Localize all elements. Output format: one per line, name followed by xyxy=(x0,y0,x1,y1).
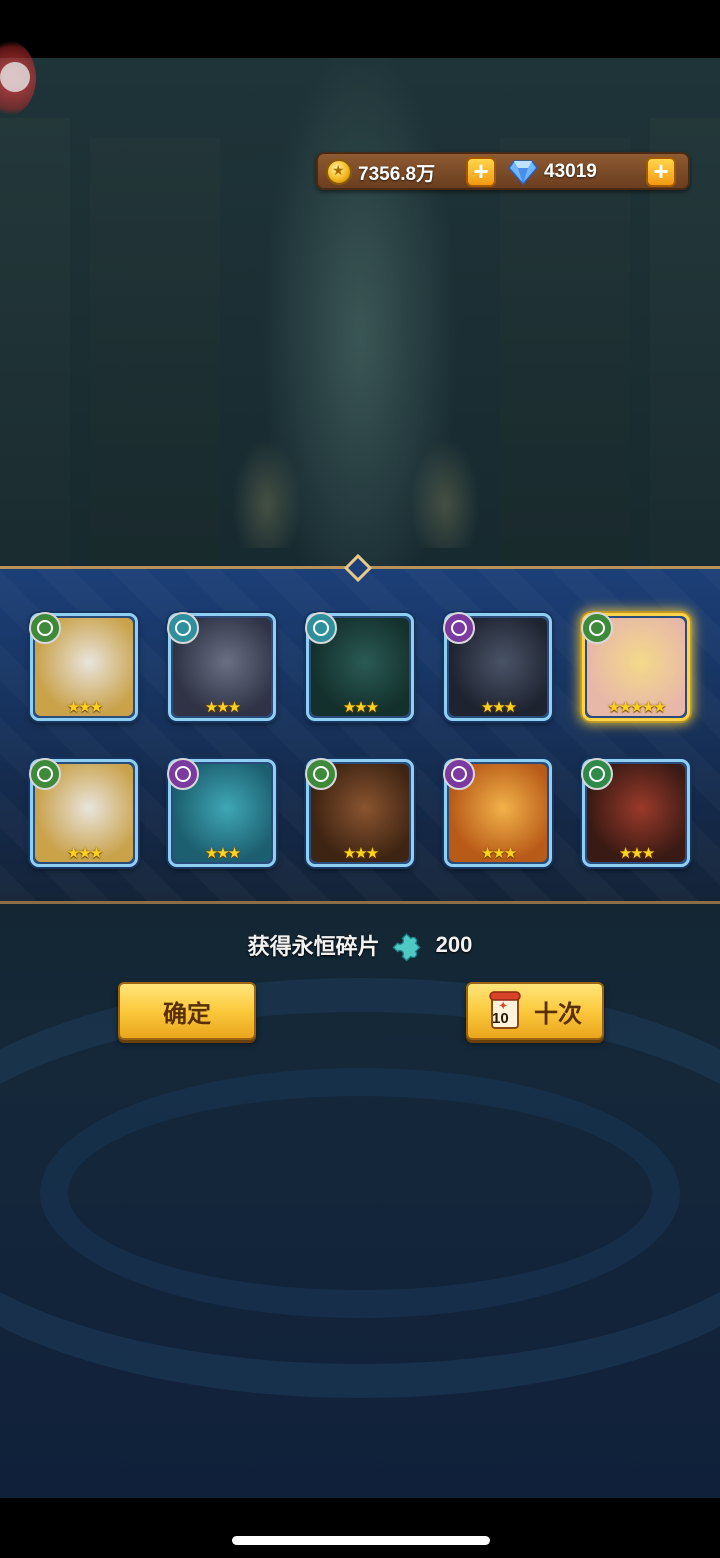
hero-star-rating: ★★★★★ xyxy=(607,699,666,716)
nature-element-icon xyxy=(29,612,61,644)
nature-element-icon xyxy=(29,758,61,790)
hero-star-rating: ★★★ xyxy=(480,699,517,716)
home-indicator[interactable] xyxy=(232,1536,490,1545)
hero-star-rating: ★★★ xyxy=(342,845,379,862)
nature-element-icon xyxy=(581,612,613,644)
gold-counter: 7356.8万 xyxy=(326,157,435,187)
currency-bar: 7356.8万 + 43019 + xyxy=(316,152,690,190)
summon-count-badge: 10 xyxy=(492,1010,509,1027)
confirm-button[interactable]: 确定 xyxy=(118,982,256,1040)
hero-card[interactable]: ★★★★★ xyxy=(581,612,690,721)
hero-card[interactable]: ★★★ xyxy=(443,612,552,721)
diamond-icon xyxy=(508,159,538,186)
summon-ten-button[interactable]: ✦ 10 十次 xyxy=(466,982,604,1040)
hero-card[interactable]: ★★★ xyxy=(29,758,138,867)
summon-ten-label: 十次 xyxy=(534,1000,582,1028)
hero-star-rating: ★★★ xyxy=(204,699,241,716)
confirm-button-label: 确定 xyxy=(163,1000,211,1028)
hero-star-rating: ★★★ xyxy=(66,845,103,862)
hero-card[interactable]: ★★★ xyxy=(167,612,276,721)
shadow-element-icon xyxy=(167,758,199,790)
puzzle-piece-icon xyxy=(392,928,426,962)
wind-element-icon xyxy=(305,612,337,644)
shadow-element-icon xyxy=(443,758,475,790)
shadow-element-icon xyxy=(443,612,475,644)
nature-element-icon xyxy=(305,758,337,790)
reward-summary: 获得永恒碎片 200 xyxy=(0,928,720,962)
hero-star-rating: ★★★ xyxy=(480,845,517,862)
hero-card[interactable]: ★★★ xyxy=(305,758,414,867)
light-element-icon xyxy=(581,758,613,790)
floor-magic-circle-inner xyxy=(40,1068,680,1318)
hero-card[interactable]: ★★★ xyxy=(29,612,138,721)
gold-coin-icon xyxy=(326,159,352,185)
hero-star-rating: ★★★ xyxy=(66,699,103,716)
gem-counter: 43019 xyxy=(508,157,597,187)
hero-card[interactable]: ★★★ xyxy=(167,758,276,867)
hero-card[interactable]: ★★★ xyxy=(305,612,414,721)
background-pillar xyxy=(0,118,70,578)
reward-amount: 200 xyxy=(435,932,473,957)
bottom-bar xyxy=(0,1498,720,1558)
add-gem-button[interactable]: + xyxy=(646,157,676,187)
summon-result-panel: ★★★ ★★★ ★★★ ★★★ ★★★★★ ★★★ ★★★ ★★★ ★★★ ★★★ xyxy=(0,553,720,904)
summon-scroll-icon: ✦ 10 xyxy=(488,990,522,1032)
background-pillar xyxy=(500,138,630,578)
hero-star-rating: ★★★ xyxy=(342,699,379,716)
background-lamp xyxy=(410,438,480,548)
gem-amount: 43019 xyxy=(544,161,597,182)
hero-star-rating: ★★★ xyxy=(204,845,241,862)
status-bar xyxy=(0,0,720,58)
wind-element-icon xyxy=(167,612,199,644)
hero-card[interactable]: ★★★ xyxy=(581,758,690,867)
hero-card[interactable]: ★★★ xyxy=(443,758,552,867)
gold-amount: 7356.8万 xyxy=(358,163,436,185)
background-pillar xyxy=(90,138,220,578)
hero-star-rating: ★★★ xyxy=(618,845,655,862)
background-lamp xyxy=(232,438,302,548)
reward-label: 获得永恒碎片 xyxy=(247,934,380,959)
add-gold-button[interactable]: + xyxy=(466,157,496,187)
